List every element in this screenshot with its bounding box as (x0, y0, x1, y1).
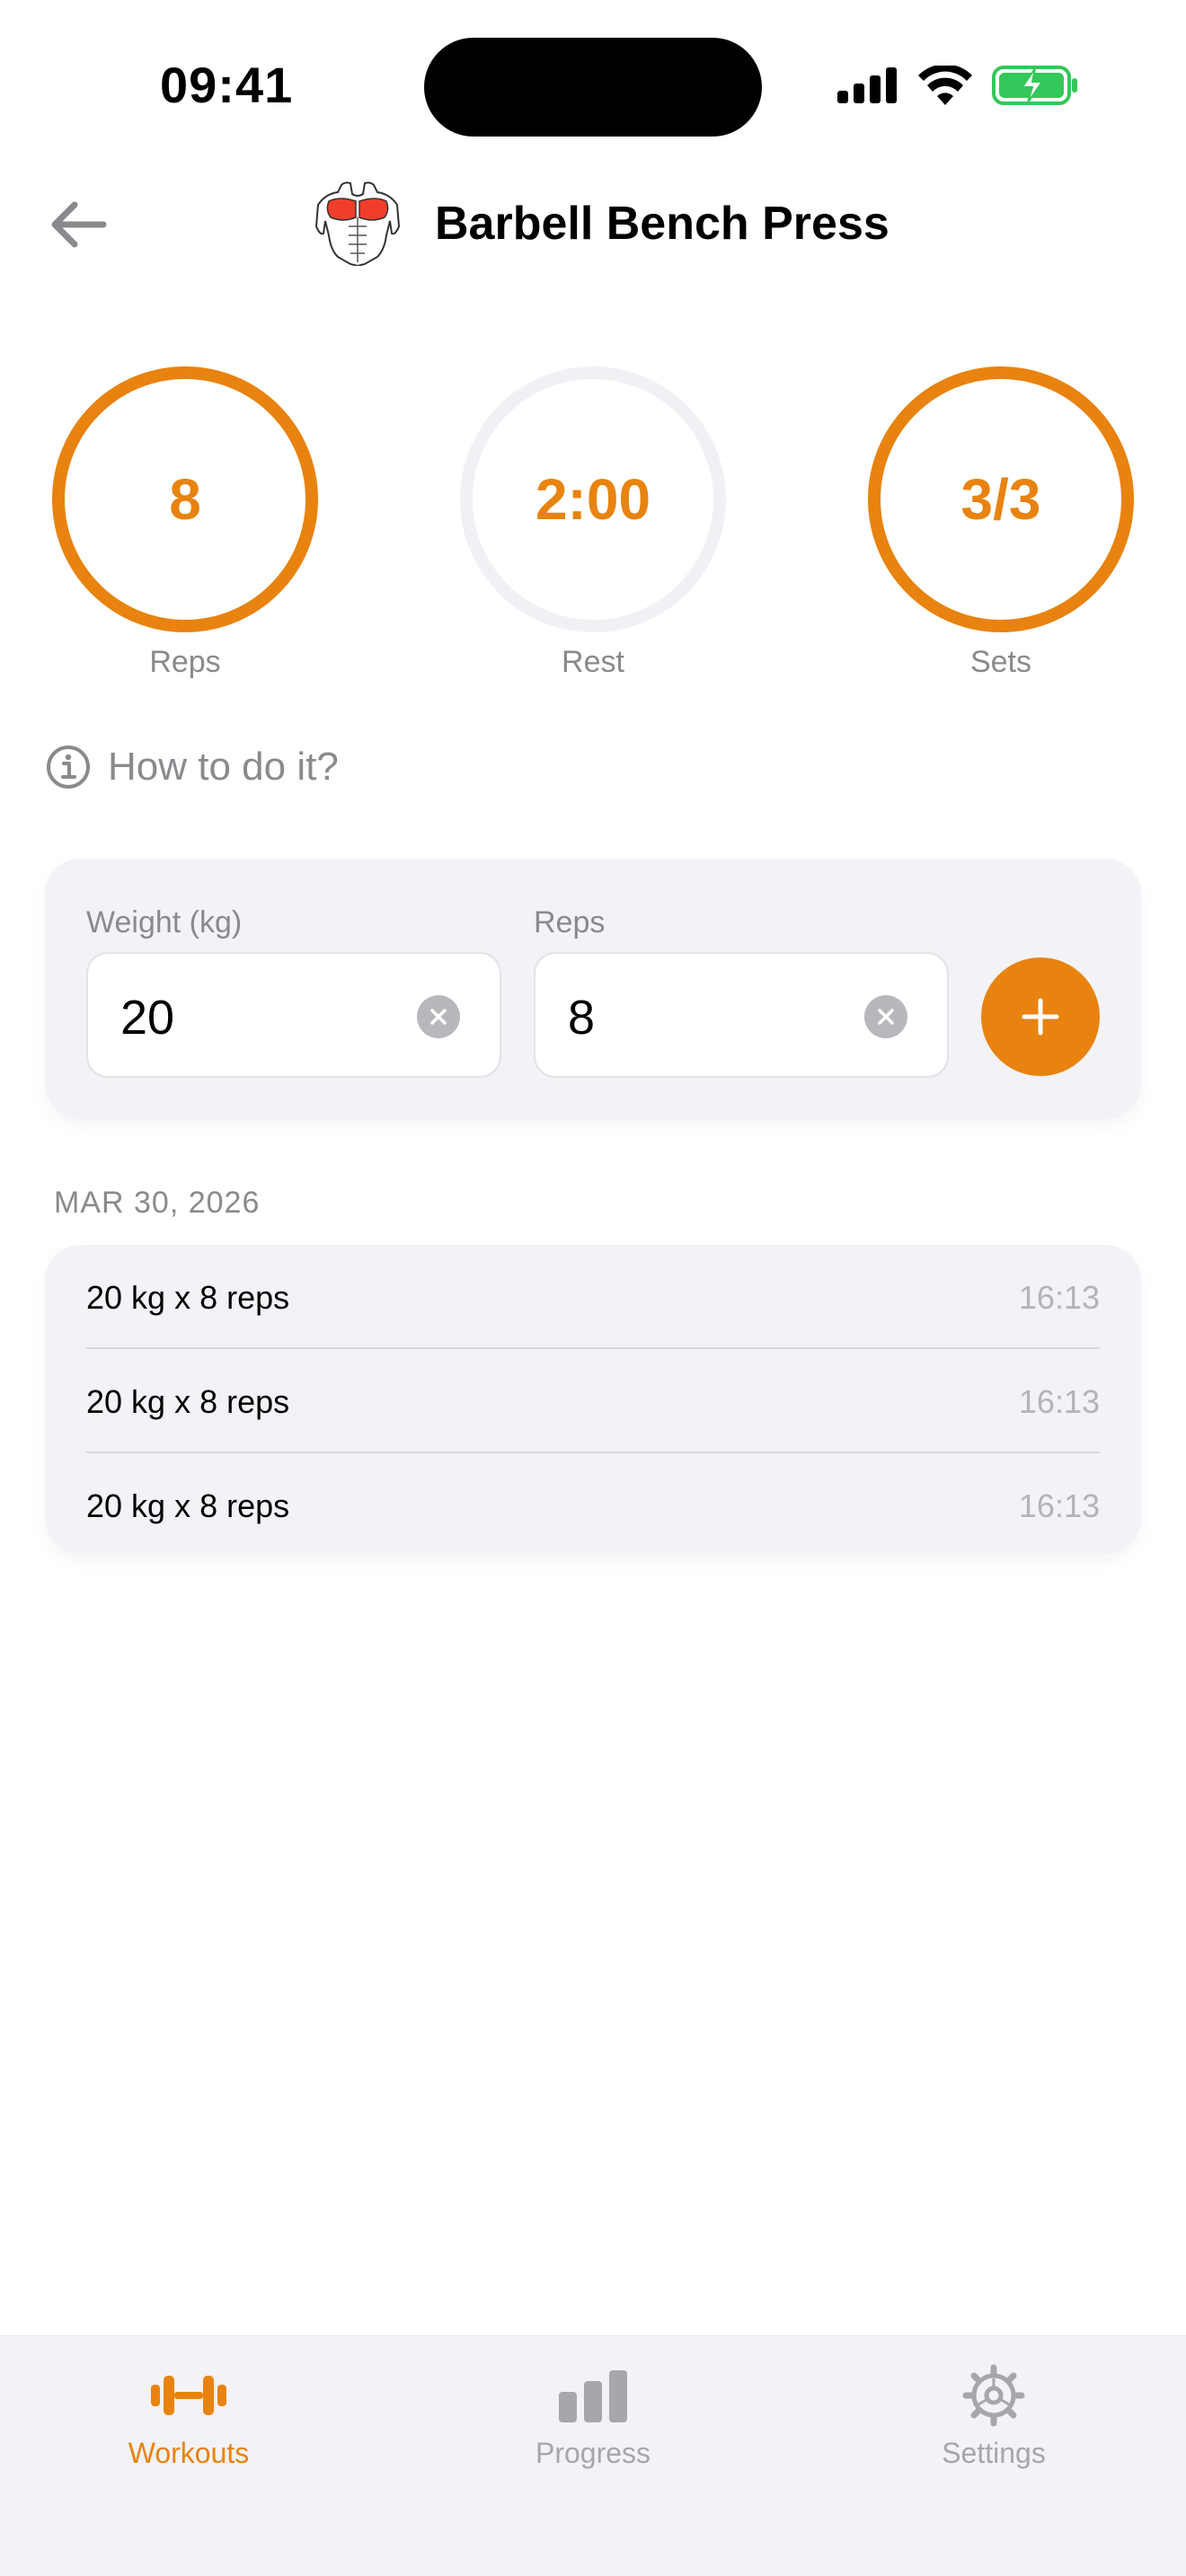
sets-ring-label: Sets (969, 645, 1032, 679)
tab-workouts[interactable]: Workouts (81, 2363, 296, 2470)
battery-charging-icon (992, 66, 1077, 105)
how-to-link[interactable]: How to do it? (45, 744, 339, 790)
log-entry-time: 16:13 (1018, 1279, 1100, 1316)
bar-chart-icon (559, 2370, 627, 2422)
reps-ring-value: 8 (169, 467, 201, 532)
reps-stat: 8 Reps (52, 366, 318, 680)
reps-value: 8 (568, 991, 596, 1045)
plus-icon (1022, 998, 1059, 1036)
log-entry-text: 20 kg x 8 reps (86, 1279, 290, 1316)
rest-ring[interactable]: 2:00 (460, 366, 726, 632)
log-entry-time: 16:13 (1018, 1383, 1100, 1420)
reps-ring-label: Reps (149, 645, 221, 679)
info-icon (47, 745, 90, 789)
tab-progress-label: Progress (535, 2437, 651, 2469)
log-entry-time: 16:13 (1018, 1487, 1100, 1524)
how-to-label: How to do it? (108, 745, 339, 789)
title-group: Barbell Bench Press (313, 181, 890, 266)
chest-muscle-icon (314, 181, 401, 266)
clear-x-icon (430, 1009, 447, 1025)
tab-progress[interactable]: Progress (485, 2363, 701, 2470)
reps-clear-button[interactable] (864, 995, 907, 1038)
reps-field[interactable]: 8 (534, 952, 949, 1078)
reps-label: Reps (534, 905, 606, 940)
page-title: Barbell Bench Press (435, 198, 890, 250)
status-bar: 09:41 (0, 0, 1186, 171)
tab-progress-icon-wrap (485, 2363, 701, 2428)
log-entry-text: 20 kg x 8 reps (86, 1383, 290, 1420)
set-input-card: Weight (kg) 20 Reps 8 (45, 859, 1141, 1119)
dumbbell-icon (151, 2376, 226, 2415)
status-icons (837, 65, 1078, 106)
tab-settings[interactable]: Settings (886, 2363, 1102, 2470)
weight-value: 20 (120, 991, 175, 1045)
tab-bar: Workouts Progress Settings (0, 2335, 1186, 2576)
status-time: 09:41 (160, 57, 294, 113)
sets-ring-value: 3/3 (960, 467, 1041, 532)
cellular-signal-icon (837, 67, 897, 103)
sets-ring[interactable]: 3/3 (868, 366, 1134, 632)
rest-ring-label: Rest (562, 645, 624, 679)
list-item[interactable]: 20 kg x 8 reps 16:13 (86, 1245, 1100, 1349)
tab-workouts-label: Workouts (128, 2437, 250, 2469)
list-item[interactable]: 20 kg x 8 reps 16:13 (86, 1453, 1100, 1557)
wifi-icon (918, 66, 972, 105)
tab-settings-icon-wrap (886, 2363, 1102, 2428)
reps-ring[interactable]: 8 (52, 366, 318, 632)
clear-x-icon (878, 1009, 894, 1025)
rest-ring-value: 2:00 (535, 467, 651, 532)
tab-settings-label: Settings (942, 2437, 1046, 2469)
arrow-left-icon (51, 201, 107, 248)
weight-label: Weight (kg) (86, 905, 243, 940)
history-date: MAR 30, 2026 (54, 1186, 261, 1220)
log-entry-text: 20 kg x 8 reps (86, 1487, 290, 1524)
set-log-list: 20 kg x 8 reps 16:13 20 kg x 8 reps 16:1… (45, 1245, 1141, 1554)
list-item[interactable]: 20 kg x 8 reps 16:13 (86, 1349, 1100, 1453)
nav-header: Barbell Bench Press (0, 171, 1186, 278)
dynamic-island (424, 38, 762, 137)
tab-workouts-icon-wrap (81, 2363, 296, 2428)
rest-stat: 2:00 Rest (460, 366, 726, 680)
sets-stat: 3/3 Sets (868, 366, 1134, 680)
gear-icon (962, 2364, 1025, 2427)
add-set-button[interactable] (981, 957, 1100, 1076)
weight-field[interactable]: 20 (86, 952, 501, 1078)
back-button[interactable] (40, 192, 115, 257)
weight-clear-button[interactable] (417, 995, 460, 1038)
